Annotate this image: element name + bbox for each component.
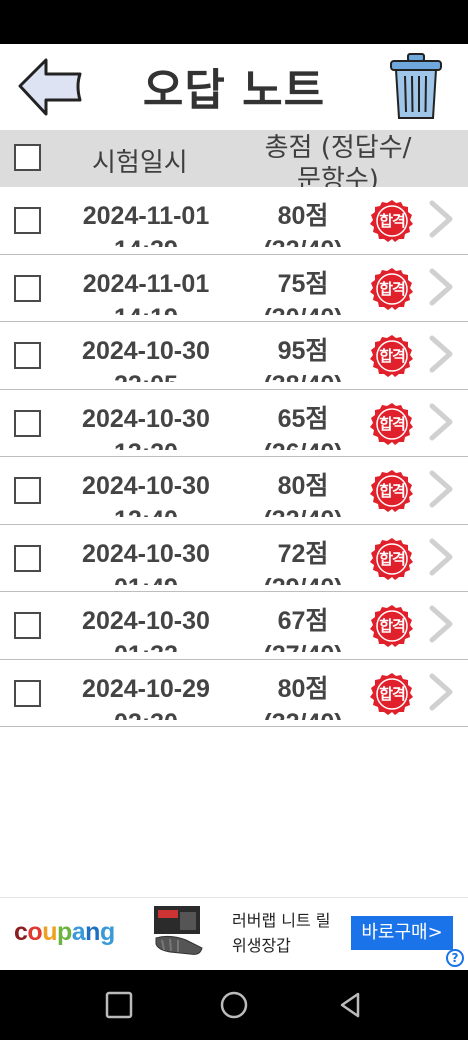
exam-date: 2024-10-30 01:32 <box>82 607 210 652</box>
pass-stamp-badge: 합격 <box>370 469 414 513</box>
exam-date: 2024-11-01 14:39 <box>82 202 210 247</box>
exam-row[interactable]: 2024-10-30 01:49 72점 (29/40) 합격 <box>0 524 468 592</box>
pass-stamp-badge: 합격 <box>370 334 414 378</box>
chevron-right-icon[interactable] <box>426 402 456 442</box>
chevron-right-icon[interactable] <box>426 537 456 577</box>
pass-stamp-label: 합격 <box>379 279 406 298</box>
pass-stamp-badge: 합격 <box>370 199 414 243</box>
pass-stamp-badge: 합격 <box>370 604 414 648</box>
home-button[interactable] <box>219 990 249 1020</box>
trash-can-icon <box>390 53 442 119</box>
buy-now-button[interactable]: 바로구매> <box>351 916 453 950</box>
row-checkbox[interactable] <box>14 207 41 234</box>
trash-button[interactable] <box>388 52 444 122</box>
product-image <box>150 904 206 960</box>
pass-stamp-badge: 합격 <box>370 267 414 311</box>
exam-row[interactable]: 2024-10-30 22:05 95점 (38/40) 합격 <box>0 322 468 390</box>
exam-score: 80점 (32/40) <box>263 202 342 247</box>
system-nav-bar <box>0 970 468 1040</box>
exam-score: 80점 (32/40) <box>263 472 342 517</box>
pass-stamp-badge: 합격 <box>370 537 414 581</box>
row-checkbox[interactable] <box>14 477 41 504</box>
exam-score: 80점 (32/40) <box>263 674 342 720</box>
chevron-right-icon[interactable] <box>426 334 456 374</box>
pass-stamp-badge: 합격 <box>370 402 414 446</box>
row-checkbox[interactable] <box>14 274 41 302</box>
exam-row[interactable]: 2024-10-30 12:40 80점 (32/40) 합격 <box>0 457 468 525</box>
exam-score: 72점 (29/40) <box>263 539 342 585</box>
pass-stamp-label: 합격 <box>379 684 406 703</box>
triangle-back-icon <box>340 992 360 1018</box>
exam-score: 75점 (30/40) <box>263 269 342 315</box>
table-header: 시험일시 총점 (정답수/문항수) <box>0 130 468 187</box>
exam-date: 2024-11-01 14:19 <box>82 269 210 315</box>
chevron-right-icon[interactable] <box>426 199 456 239</box>
status-bar <box>0 0 468 44</box>
chevron-right-icon[interactable] <box>426 604 456 644</box>
square-icon <box>105 991 133 1019</box>
chevron-right-icon[interactable] <box>426 267 456 307</box>
chevron-right-icon[interactable] <box>426 672 456 712</box>
row-checkbox[interactable] <box>14 342 41 369</box>
exam-row[interactable]: 2024-10-29 02:30 80점 (32/40) 합격 <box>0 659 468 727</box>
exam-score: 67점 (27/40) <box>263 607 342 652</box>
exam-date: 2024-10-29 02:30 <box>82 674 210 720</box>
exam-row[interactable]: 2024-11-01 14:39 80점 (32/40) 합격 <box>0 187 468 255</box>
row-checkbox[interactable] <box>14 612 41 639</box>
exam-score: 95점 (38/40) <box>263 337 342 382</box>
circle-icon <box>220 991 248 1019</box>
exam-list: 2024-11-01 14:39 80점 (32/40) 합격 2024-11-… <box>0 187 468 727</box>
pass-stamp-badge: 합격 <box>370 672 414 716</box>
pass-stamp-label: 합격 <box>379 414 406 433</box>
exam-date: 2024-10-30 12:40 <box>82 472 210 517</box>
row-checkbox[interactable] <box>14 544 41 572</box>
select-all-checkbox[interactable] <box>14 144 41 171</box>
exam-row[interactable]: 2024-10-30 01:32 67점 (27/40) 합격 <box>0 592 468 660</box>
system-back-button[interactable] <box>335 990 365 1020</box>
pass-stamp-label: 합격 <box>379 482 406 500</box>
pass-stamp-label: 합격 <box>379 212 406 230</box>
chevron-right-icon[interactable] <box>426 469 456 509</box>
pass-stamp-label: 합격 <box>379 617 406 635</box>
row-checkbox[interactable] <box>14 679 41 707</box>
pass-stamp-label: 합격 <box>379 549 406 568</box>
ad-banner[interactable]: coupang 러버랩 니트 릴 위생장갑 바로구매> ? <box>0 897 468 970</box>
coupang-logo: coupang <box>14 918 115 946</box>
pass-stamp-label: 합격 <box>379 347 406 365</box>
ad-help-icon[interactable]: ? <box>446 949 464 967</box>
column-header-date: 시험일시 <box>92 148 188 178</box>
ad-product-text: 러버랩 니트 릴 위생장갑 <box>232 911 331 955</box>
exam-date: 2024-10-30 13:20 <box>82 404 210 450</box>
exam-row[interactable]: 2024-10-30 13:20 65점 (26/40) 합격 <box>0 389 468 457</box>
exam-row[interactable]: 2024-11-01 14:19 75점 (30/40) 합격 <box>0 254 468 322</box>
exam-score: 65점 (26/40) <box>263 404 342 450</box>
row-checkbox[interactable] <box>14 409 41 437</box>
column-header-score: 총점 (정답수/문항수) <box>264 133 412 187</box>
app-header: 오답 노트 <box>0 44 468 130</box>
recent-apps-button[interactable] <box>104 990 134 1020</box>
exam-date: 2024-10-30 01:49 <box>82 539 210 585</box>
exam-date: 2024-10-30 22:05 <box>82 337 210 382</box>
